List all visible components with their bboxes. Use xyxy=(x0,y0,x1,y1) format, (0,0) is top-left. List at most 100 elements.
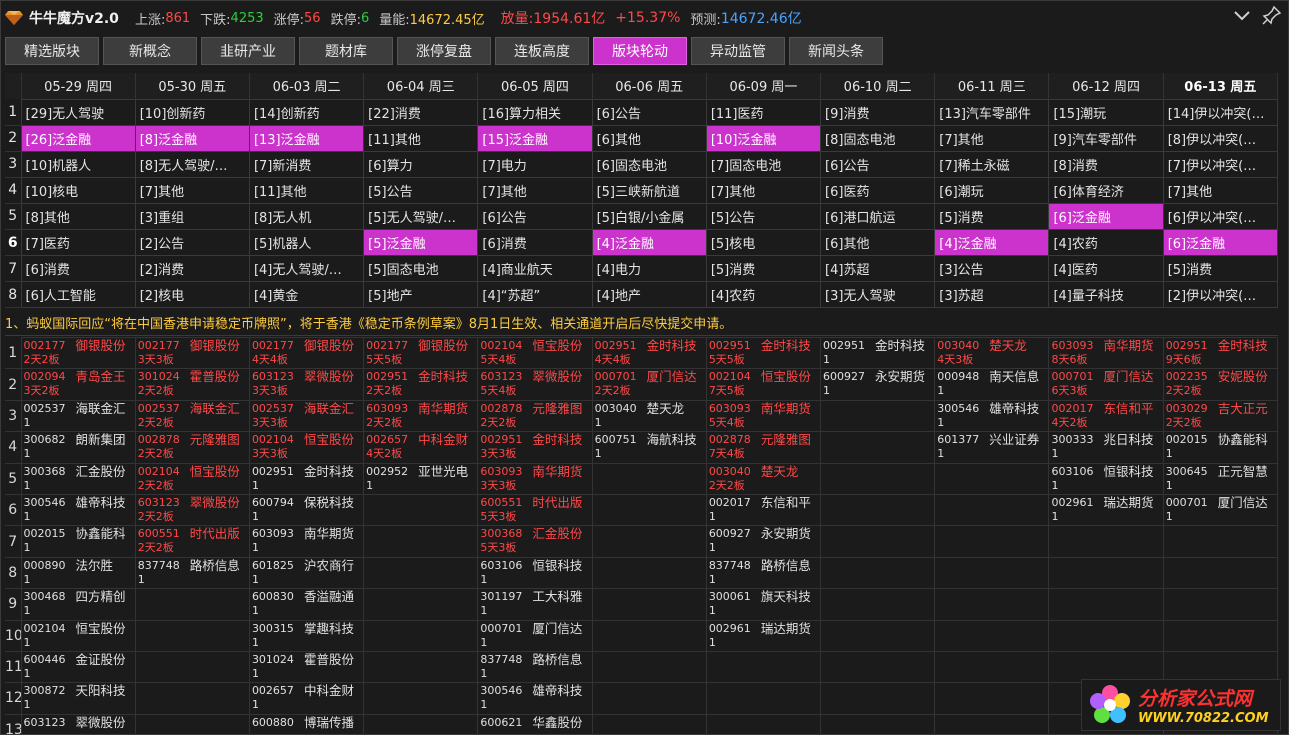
sector-cell[interactable]: [7]电力 xyxy=(477,150,593,178)
stock-cell[interactable]: 002104 恒宝股份 5天4板 xyxy=(477,336,593,370)
sector-cell[interactable]: [8]消费 xyxy=(1048,150,1164,178)
stock-cell[interactable]: 603093 南华期货 1 xyxy=(248,525,365,558)
stock-cell[interactable]: 002878 元隆雅图 2天2板 xyxy=(477,399,593,433)
sector-cell[interactable]: [6]体育经济 xyxy=(1048,176,1164,204)
sector-cell[interactable]: [7]其他 xyxy=(477,176,593,204)
sector-cell[interactable]: [6]固态电池 xyxy=(591,150,707,178)
sector-cell[interactable]: [9]汽车零部件 xyxy=(1048,124,1164,152)
stock-cell[interactable]: 300368 汇金股份 1 xyxy=(20,462,136,495)
stock-cell[interactable]: 003029 吉大正元 2天2板 xyxy=(1162,399,1279,433)
sector-cell[interactable]: [7]新消费 xyxy=(248,150,365,178)
stock-cell[interactable] xyxy=(820,525,936,558)
sector-cell[interactable]: [6]公告 xyxy=(820,150,936,178)
sector-cell[interactable]: [6]其他 xyxy=(820,228,936,257)
stock-cell[interactable]: 603093 南华期货 5天4板 xyxy=(705,399,822,433)
sector-cell[interactable]: [7]其他 xyxy=(134,176,250,204)
date-header[interactable]: 05-30 周五 xyxy=(135,73,250,99)
sector-cell[interactable]: [11]其他 xyxy=(248,176,365,204)
sector-cell[interactable]: [7]其他 xyxy=(705,176,822,204)
stock-cell[interactable]: 300315 掌趣科技 1 xyxy=(248,619,365,652)
stock-cell[interactable]: 600446 金证股份 1 xyxy=(20,650,136,684)
sector-cell[interactable]: [7]医药 xyxy=(20,228,136,257)
stock-cell[interactable] xyxy=(820,682,936,715)
sector-cell[interactable]: [4]无人驾驶/… xyxy=(248,255,365,283)
news-ticker[interactable]: 1、蚂蚁国际回应“将在中国香港申请稳定币牌照”，将于香港《稳定币条例草案》8月1… xyxy=(5,314,1278,336)
sector-cell[interactable]: [7]伊以冲突(… xyxy=(1162,150,1279,178)
stock-cell[interactable]: 002657 中科金财 1 xyxy=(248,682,365,715)
stock-cell[interactable]: 002951 金时科技 5天5板 xyxy=(705,336,822,370)
sector-cell[interactable]: [6]潮玩 xyxy=(934,176,1050,204)
stock-cell[interactable] xyxy=(820,619,936,652)
stock-cell[interactable]: 002177 御银股份 2天2板 xyxy=(20,336,136,370)
sector-cell[interactable]: [4]苏超 xyxy=(820,255,936,283)
stock-cell[interactable]: 002961 瑞达期货 1 xyxy=(705,619,822,652)
stock-cell[interactable] xyxy=(1048,588,1164,621)
stock-cell[interactable]: 000701 厦门信达 1 xyxy=(477,619,593,652)
sector-cell[interactable]: [7]其他 xyxy=(934,124,1050,152)
stock-cell[interactable] xyxy=(1162,588,1279,621)
sector-cell[interactable]: [10]泛金融 xyxy=(705,124,822,152)
stock-cell[interactable]: 600830 香溢融通 1 xyxy=(248,588,365,621)
stock-cell[interactable] xyxy=(934,493,1050,527)
stock-cell[interactable] xyxy=(705,682,822,715)
stock-cell[interactable]: 301197 工大科雅 1 xyxy=(477,588,593,621)
sector-cell[interactable]: [22]消费 xyxy=(363,98,479,126)
stock-cell[interactable]: 000890 法尔胜 1 xyxy=(20,556,136,590)
stock-cell[interactable]: 300061 旗天科技 1 xyxy=(705,588,822,621)
sector-cell[interactable]: [8]伊以冲突(… xyxy=(1162,124,1279,152)
stock-cell[interactable] xyxy=(1048,556,1164,590)
sector-cell[interactable]: [11]其他 xyxy=(363,124,479,152)
sector-cell[interactable]: [4]农药 xyxy=(705,281,822,309)
sector-cell[interactable]: [8]无人驾驶/… xyxy=(134,150,250,178)
stock-cell[interactable]: 600621 华鑫股份 xyxy=(477,713,593,735)
stock-cell[interactable]: 603093 南华期货 8天6板 xyxy=(1048,336,1164,370)
stock-cell[interactable]: 837748 路桥信息 1 xyxy=(134,556,250,590)
stock-cell[interactable]: 300333 兆日科技 1 xyxy=(1048,431,1164,464)
sector-cell[interactable]: [5]核电 xyxy=(705,228,822,257)
date-header[interactable]: 06-03 周二 xyxy=(249,73,365,99)
tab-1[interactable]: 新概念 xyxy=(103,37,197,65)
date-header[interactable]: 06-09 周一 xyxy=(706,73,822,99)
sector-cell[interactable]: [6]泛金融 xyxy=(1048,202,1164,230)
stock-cell[interactable]: 002951 金时科技 9天6板 xyxy=(1162,336,1279,370)
stock-cell[interactable]: 002951 金时科技 4天4板 xyxy=(591,336,707,370)
sector-cell[interactable]: [3]苏超 xyxy=(934,281,1050,309)
stock-cell[interactable]: 600551 时代出版 2天2板 xyxy=(134,525,250,558)
stock-cell[interactable]: 603123 翠微股份 2天2板 xyxy=(134,493,250,527)
sector-cell[interactable]: [8]其他 xyxy=(20,202,136,230)
stock-cell[interactable]: 002015 协鑫能科 1 xyxy=(20,525,136,558)
date-header[interactable]: 06-04 周三 xyxy=(363,73,479,99)
stock-cell[interactable] xyxy=(363,493,479,527)
stock-cell[interactable] xyxy=(1048,619,1164,652)
stock-cell[interactable]: 837748 路桥信息 1 xyxy=(477,650,593,684)
stock-cell[interactable]: 002878 元隆雅图 2天2板 xyxy=(134,431,250,464)
stock-cell[interactable]: 300682 朗新集团 1 xyxy=(20,431,136,464)
stock-cell[interactable] xyxy=(934,525,1050,558)
sector-cell[interactable]: [15]泛金融 xyxy=(477,124,593,152)
stock-cell[interactable]: 002235 安妮股份 2天2板 xyxy=(1162,368,1279,401)
tab-2[interactable]: 韭研产业 xyxy=(201,37,295,65)
stock-cell[interactable]: 002537 海联金汇 2天2板 xyxy=(134,399,250,433)
stock-cell[interactable]: 003040 楚天龙 2天2板 xyxy=(705,462,822,495)
stock-cell[interactable] xyxy=(934,619,1050,652)
stock-cell[interactable] xyxy=(591,650,707,684)
stock-cell[interactable]: 002961 瑞达期货 1 xyxy=(1048,493,1164,527)
stock-cell[interactable] xyxy=(363,650,479,684)
stock-cell[interactable]: 300546 雄帝科技 1 xyxy=(477,682,593,715)
sector-cell[interactable]: [14]创新药 xyxy=(248,98,365,126)
sector-cell[interactable]: [6]港口航运 xyxy=(820,202,936,230)
stock-cell[interactable]: 600927 永安期货 1 xyxy=(820,368,936,401)
sector-cell[interactable]: [16]算力相关 xyxy=(477,98,593,126)
stock-cell[interactable] xyxy=(591,556,707,590)
stock-cell[interactable]: 300368 汇金股份 5天3板 xyxy=(477,525,593,558)
sector-cell[interactable]: [11]医药 xyxy=(705,98,822,126)
date-header[interactable]: 05-29 周四 xyxy=(21,73,136,99)
tab-0[interactable]: 精选版块 xyxy=(5,37,99,65)
stock-cell[interactable] xyxy=(934,682,1050,715)
stock-cell[interactable]: 002015 协鑫能科 1 xyxy=(1162,431,1279,464)
sector-cell[interactable]: [4]黄金 xyxy=(248,281,365,309)
sector-cell[interactable]: [6]其他 xyxy=(591,124,707,152)
stock-cell[interactable] xyxy=(820,462,936,495)
stock-cell[interactable]: 600880 博瑞传播 xyxy=(248,713,365,735)
stock-cell[interactable] xyxy=(820,713,936,735)
